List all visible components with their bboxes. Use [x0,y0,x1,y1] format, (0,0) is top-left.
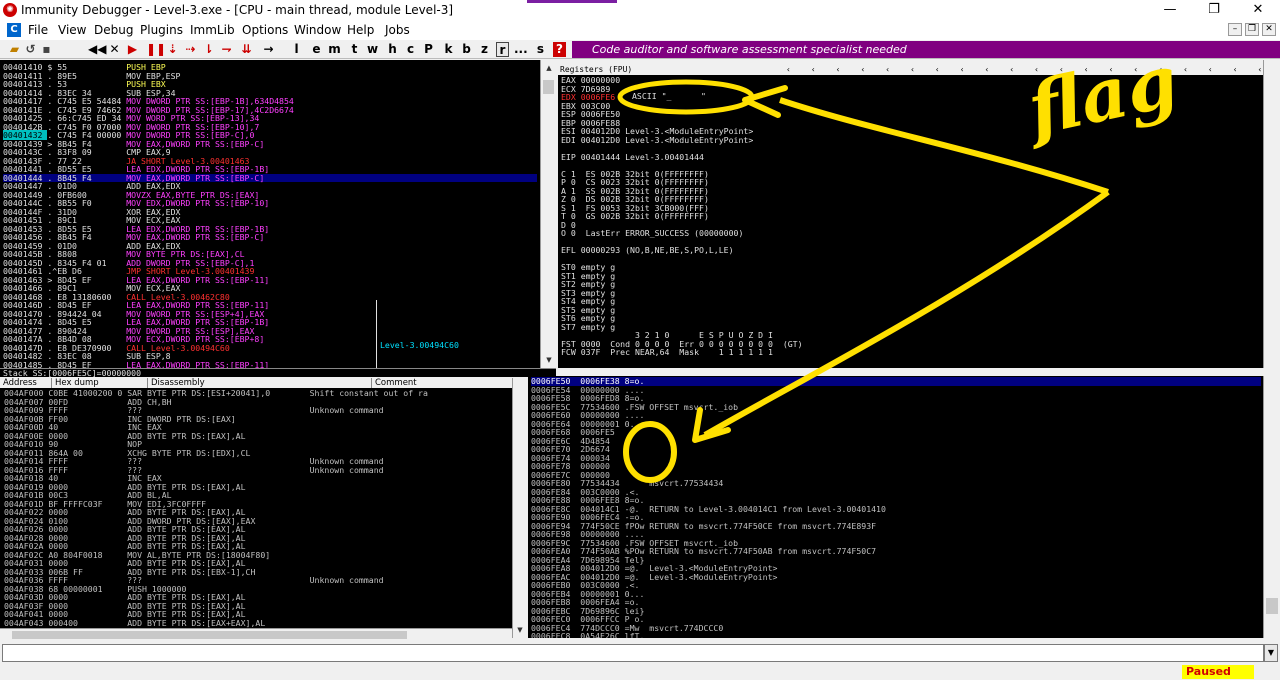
highlight-ellipse-ascii [617,79,755,115]
arrow-line-bottom [703,189,1110,438]
highlight-ellipse-stack [623,421,677,483]
